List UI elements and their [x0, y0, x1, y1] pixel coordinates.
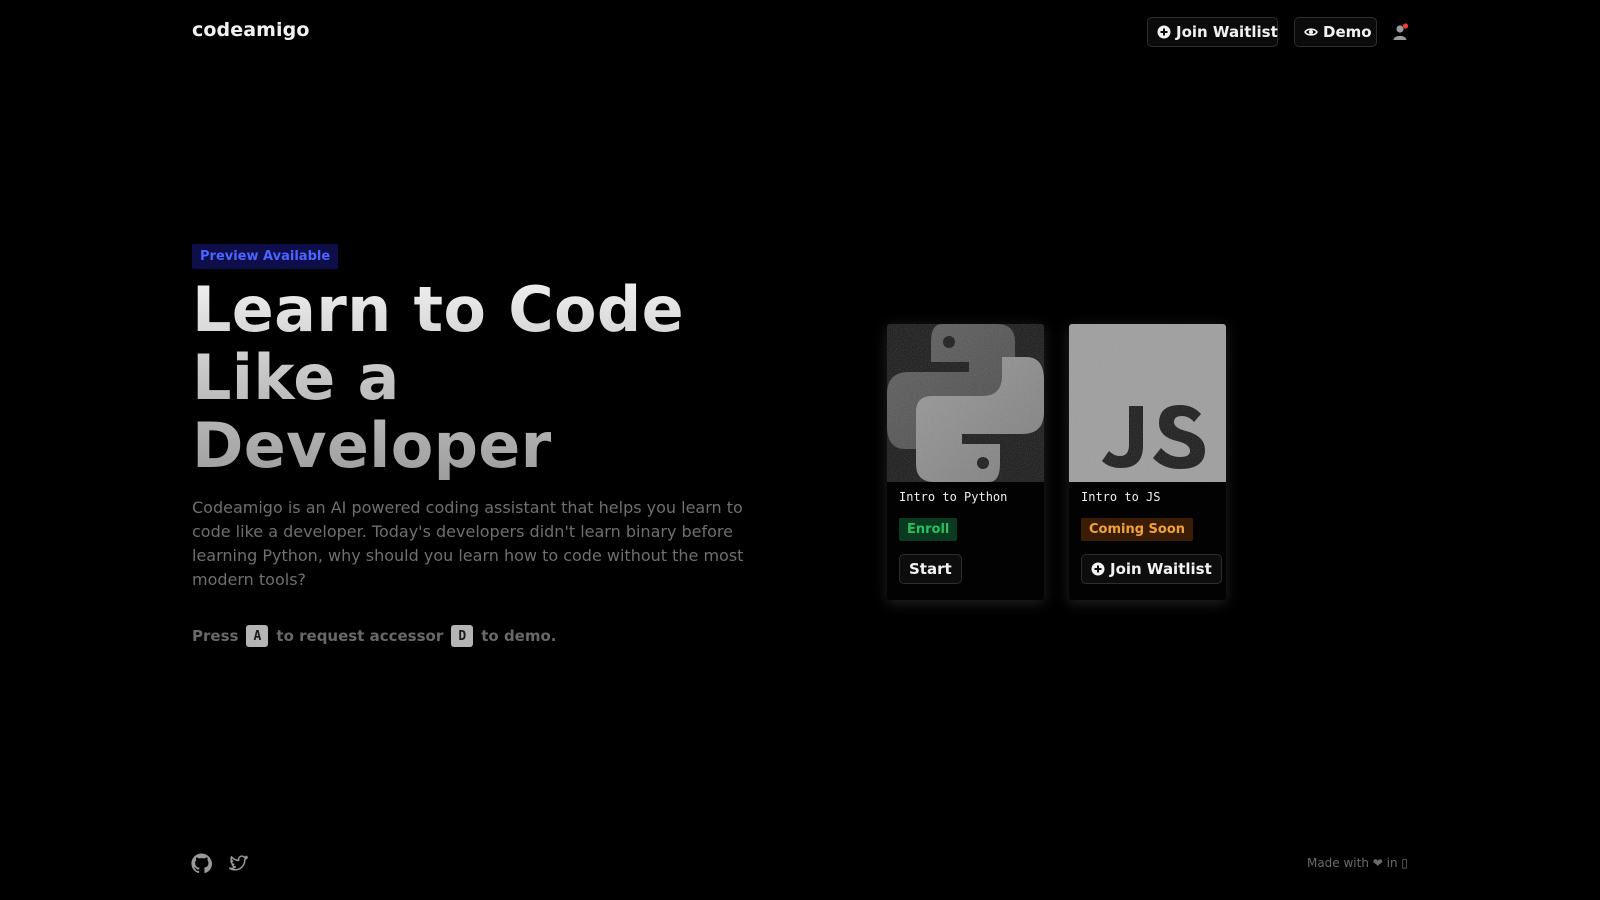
join-waitlist-card-label: Join Waitlist: [1110, 560, 1212, 578]
join-waitlist-card-button[interactable]: Join Waitlist: [1081, 554, 1222, 584]
access-key[interactable]: A: [246, 625, 269, 647]
course-card-js[interactable]: Intro to JS Coming Soon Join Waitlist: [1069, 324, 1226, 600]
user-icon[interactable]: [1393, 23, 1409, 41]
preview-badge: Preview Available: [192, 244, 339, 269]
twitter-icon[interactable]: [228, 853, 249, 874]
shortcut-suffix: to demo.: [481, 627, 557, 645]
demo-button[interactable]: Demo: [1294, 17, 1377, 47]
join-waitlist-label: Join Waitlist: [1176, 23, 1278, 41]
demo-key[interactable]: D: [451, 625, 474, 647]
shortcut-middle: to request accessor: [276, 627, 444, 645]
eye-icon: [1304, 25, 1318, 39]
page-title: Learn to Code Like a Developer: [192, 276, 752, 480]
shortcut-prefix: Press: [192, 627, 239, 645]
keyboard-shortcut-hint: Press A to request accessor D to demo.: [192, 625, 557, 647]
course-title: Intro to Python: [899, 490, 1008, 504]
start-button[interactable]: Start: [899, 554, 962, 584]
status-badge: Enroll: [899, 518, 958, 541]
plus-circle-icon: [1157, 25, 1171, 39]
course-title: Intro to JS: [1081, 490, 1161, 504]
course-card-python[interactable]: Intro to Python Enroll Start: [887, 324, 1044, 600]
python-logo-icon: [887, 324, 1044, 482]
hero-description: Codeamigo is an AI powered coding assist…: [192, 498, 744, 589]
github-icon[interactable]: [191, 853, 213, 874]
javascript-logo-icon: [1069, 324, 1226, 482]
status-badge: Coming Soon: [1081, 518, 1194, 541]
join-waitlist-button[interactable]: Join Waitlist: [1147, 17, 1278, 47]
landing-page: codeamigo Join Waitlist Demo Preview Ava…: [0, 0, 1600, 900]
made-with-credit: Made with ❤ in ▯: [1306, 856, 1408, 870]
plus-circle-icon: [1091, 562, 1105, 576]
demo-label: Demo: [1323, 23, 1372, 41]
brand-logo[interactable]: codeamigo: [192, 19, 310, 41]
